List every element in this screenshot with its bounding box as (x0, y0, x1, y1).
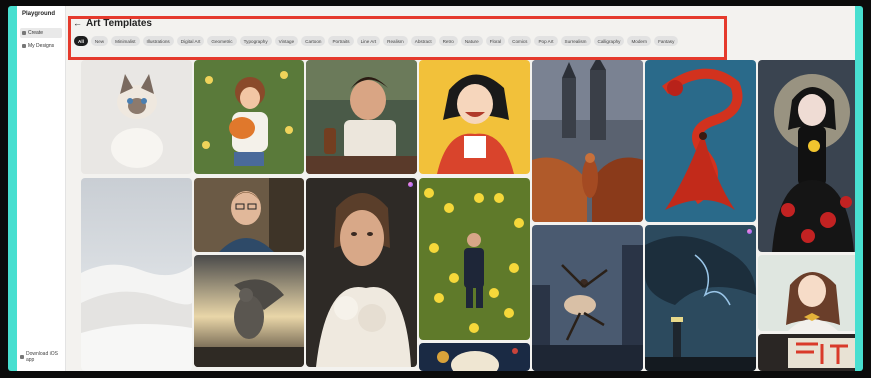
category-filter-bar: All New Minimalist Illustrations Digital Art… (74, 36, 679, 46)
template-card-daffodil-man[interactable] (419, 178, 530, 340)
filter-chip-nature[interactable]: Nature (460, 36, 483, 46)
filter-chip-comics[interactable]: Comics (508, 36, 532, 46)
filter-chip-surrealism[interactable]: Surrealism (560, 36, 591, 46)
template-card-anime-girl[interactable] (419, 60, 530, 174)
template-card-woman-ruffle[interactable] (306, 178, 417, 367)
filter-chip-line-art[interactable]: Line Art (356, 36, 381, 46)
filter-chip-geometric[interactable]: Geometric (207, 36, 237, 46)
castle-image (532, 60, 643, 222)
screenshot-frame: Playground Create My Designs Download iO… (8, 6, 863, 371)
page-title: Art Templates (86, 18, 152, 29)
filter-chip-new[interactable]: New (90, 36, 109, 46)
filter-chip-all[interactable]: All (74, 36, 88, 46)
template-card-gothic-woman[interactable] (758, 60, 855, 252)
woman-ruffle-image (306, 178, 417, 367)
sidebar-item-create[interactable]: Create (20, 28, 62, 38)
template-gallery (81, 60, 855, 371)
lighthouse-storm-image (645, 225, 756, 371)
premium-badge-icon (747, 229, 752, 234)
diner-man-image (306, 60, 417, 174)
neon-sign-image (758, 334, 855, 371)
download-label: Download iOS app (26, 351, 58, 363)
template-card-anime-bow[interactable] (758, 255, 855, 331)
template-card-kitten[interactable] (81, 60, 192, 174)
template-card-castle[interactable] (532, 60, 643, 222)
filter-chip-cartoon[interactable]: Cartoon (301, 36, 326, 46)
download-ios-link[interactable]: Download iOS app (20, 351, 65, 363)
template-card-diner-man[interactable] (306, 60, 417, 174)
sidebar-item-label: My Designs (28, 43, 55, 49)
premium-badge-icon (408, 182, 413, 187)
template-card-dunes[interactable] (81, 178, 192, 371)
girl-fox-image (194, 60, 304, 174)
retro-space-image (419, 343, 530, 371)
template-card-retro-space[interactable] (419, 343, 530, 371)
young-man-image (194, 178, 304, 252)
filter-chip-illustrations[interactable]: Illustrations (142, 36, 174, 46)
anime-bow-image (758, 255, 855, 331)
sidebar-item-my-designs[interactable]: My Designs (20, 41, 62, 51)
gothic-woman-image (758, 60, 855, 252)
filter-chip-fantasy[interactable]: Fantasy (654, 36, 679, 46)
sidebar-item-label: Create (28, 30, 44, 36)
ballet-city-image (532, 225, 643, 371)
angel-statue-image (194, 255, 304, 367)
back-arrow-icon[interactable]: ← (73, 19, 82, 28)
template-card-neon-sign[interactable] (758, 334, 855, 371)
filter-chip-digital-art[interactable]: Digital Art (176, 36, 205, 46)
page-header: ← Art Templates (73, 18, 152, 29)
daffodil-man-image (419, 178, 530, 340)
filter-chip-typography[interactable]: Typography (239, 36, 272, 46)
template-card-lighthouse-storm[interactable] (645, 225, 756, 371)
filter-chip-abstract[interactable]: Abstract (410, 36, 436, 46)
filter-chip-pop-art[interactable]: Pop Art (534, 36, 558, 46)
template-card-girl-fox[interactable] (194, 60, 304, 174)
app-window: Playground Create My Designs Download iO… (17, 6, 855, 371)
sidebar: Playground Create My Designs Download iO… (17, 6, 66, 371)
folder-icon (22, 44, 26, 48)
filter-chip-vintage[interactable]: Vintage (274, 36, 299, 46)
anime-girl-image (419, 60, 530, 174)
red-dragon-image (645, 60, 756, 222)
create-icon (22, 31, 26, 35)
filter-chip-portraits[interactable]: Portraits (328, 36, 354, 46)
filter-chip-modern[interactable]: Modern (627, 36, 652, 46)
filter-chip-retro[interactable]: Retro (438, 36, 458, 46)
filter-chip-realism[interactable]: Realism (383, 36, 408, 46)
template-card-ballet-city[interactable] (532, 225, 643, 371)
template-card-young-man[interactable] (194, 178, 304, 252)
kitten-image (81, 60, 192, 174)
filter-chip-minimalist[interactable]: Minimalist (111, 36, 140, 46)
dunes-image (81, 178, 192, 371)
filter-chip-floral[interactable]: Floral (485, 36, 506, 46)
template-card-angel-statue[interactable] (194, 255, 304, 367)
brand-logo[interactable]: Playground (22, 11, 55, 17)
template-card-red-dragon[interactable] (645, 60, 756, 222)
phone-icon (20, 355, 24, 359)
filter-chip-calligraphy[interactable]: Calligraphy (593, 36, 625, 46)
